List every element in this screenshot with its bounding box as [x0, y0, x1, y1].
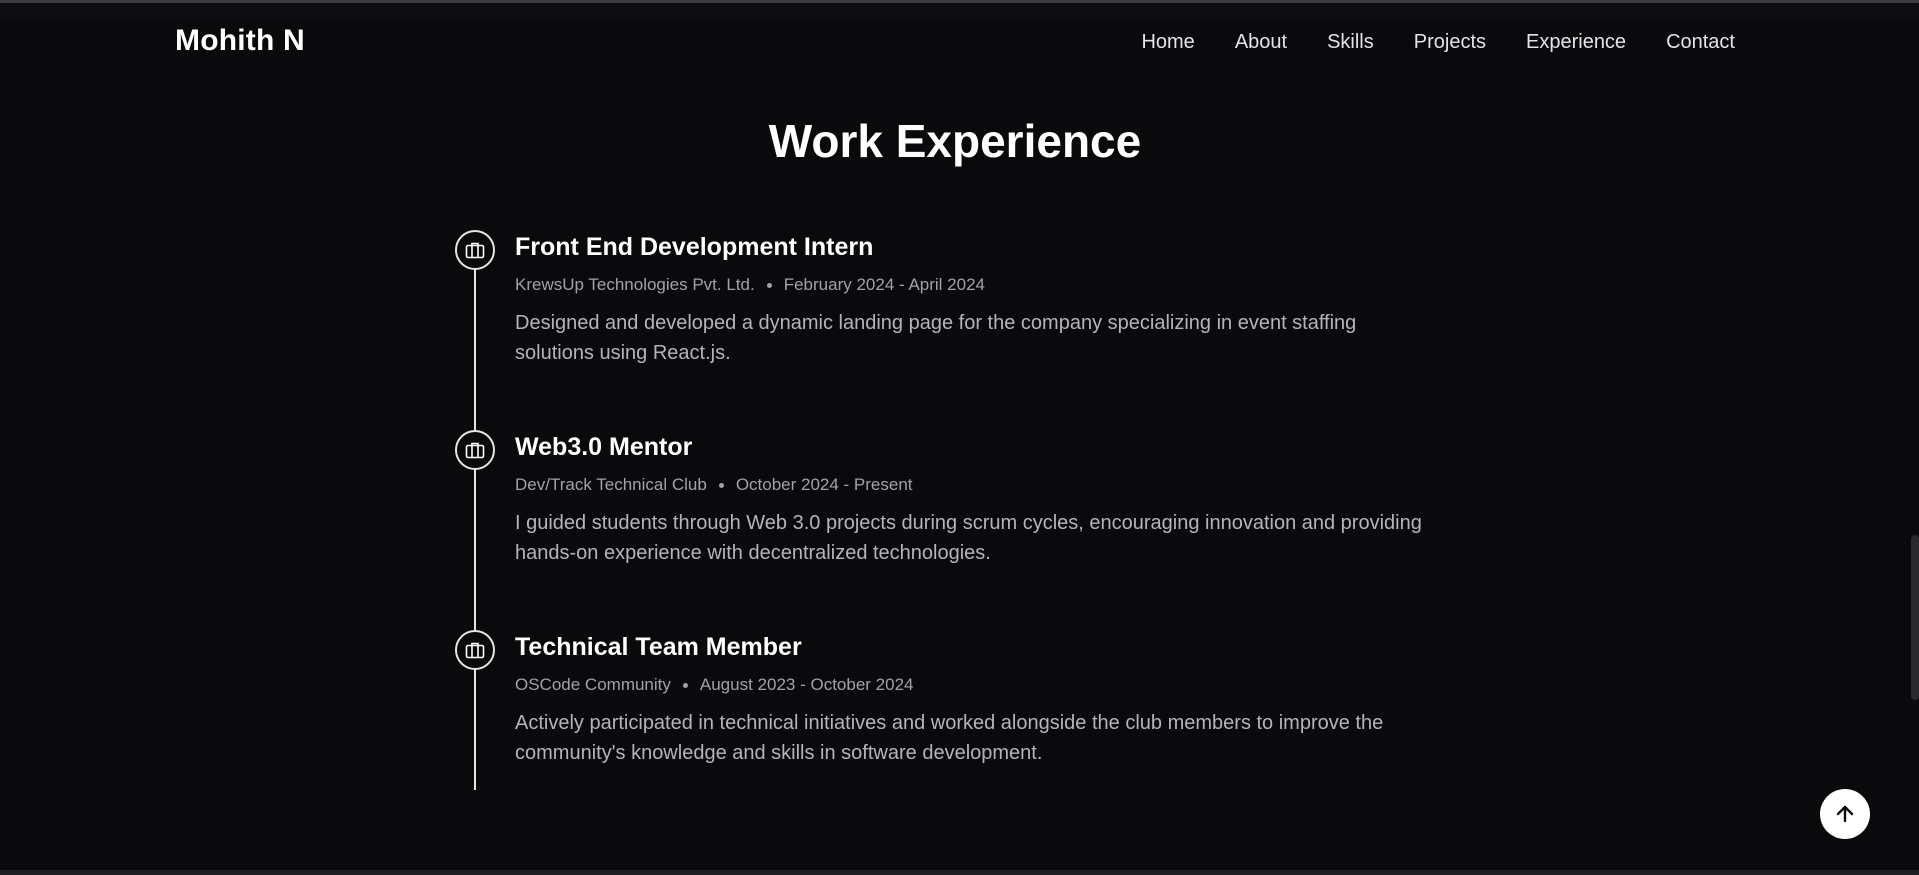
arrow-up-icon	[1836, 805, 1854, 823]
job-period: August 2023 - October 2024	[699, 675, 914, 694]
job-description: I guided students through Web 3.0 projec…	[515, 512, 1422, 564]
nav-link-contact[interactable]: Contact	[1666, 31, 1735, 54]
section-title: Work Experience	[768, 115, 1142, 167]
job-meta: KrewsUp Technologies Pvt. Ltd. February …	[515, 274, 1435, 296]
nav-link-skills[interactable]: Skills	[1327, 31, 1374, 54]
nav-link-projects[interactable]: Projects	[1414, 31, 1486, 54]
window-bottom-edge	[0, 870, 1919, 875]
briefcase-icon	[455, 230, 495, 270]
nav-link-experience[interactable]: Experience	[1526, 31, 1626, 54]
job-meta: OSCode Community August 2023 - October 2…	[515, 674, 1435, 696]
nav-link-about[interactable]: About	[1235, 31, 1287, 54]
company-name: Dev/Track Technical Club	[515, 475, 707, 494]
job-description: Actively participated in technical initi…	[515, 712, 1384, 764]
job-title: Technical Team Member	[515, 633, 802, 661]
job-title: Front End Development Intern	[515, 233, 874, 261]
job-title: Web3.0 Mentor	[515, 433, 693, 461]
timeline-content: Web3.0 Mentor Dev/Track Technical Club O…	[515, 430, 1435, 568]
briefcase-icon	[455, 630, 495, 670]
timeline-line	[474, 250, 476, 790]
nav-links: Home About Skills Projects Experience Co…	[1141, 31, 1735, 54]
briefcase-icon	[455, 430, 495, 470]
job-period: February 2024 - April 2024	[783, 275, 985, 294]
separator-dot	[682, 682, 688, 688]
job-description: Designed and developed a dynamic landing…	[515, 312, 1357, 364]
brand-logo[interactable]: Mohith N	[175, 24, 305, 58]
navbar: Mohith N Home About Skills Projects Expe…	[0, 0, 1919, 85]
job-meta: Dev/Track Technical Club October 2024 - …	[515, 474, 1435, 496]
timeline-content: Front End Development Intern KrewsUp Tec…	[515, 230, 1435, 368]
timeline-content: Technical Team Member OSCode Community A…	[515, 630, 1435, 768]
company-name: KrewsUp Technologies Pvt. Ltd.	[515, 275, 755, 294]
scrollbar-thumb[interactable]	[1911, 535, 1919, 700]
separator-dot	[718, 482, 724, 488]
company-name: OSCode Community	[515, 675, 671, 694]
nav-link-home[interactable]: Home	[1141, 31, 1194, 54]
separator-dot	[766, 282, 772, 288]
job-period: October 2024 - Present	[735, 475, 913, 494]
scroll-to-top-button[interactable]	[1820, 789, 1870, 839]
